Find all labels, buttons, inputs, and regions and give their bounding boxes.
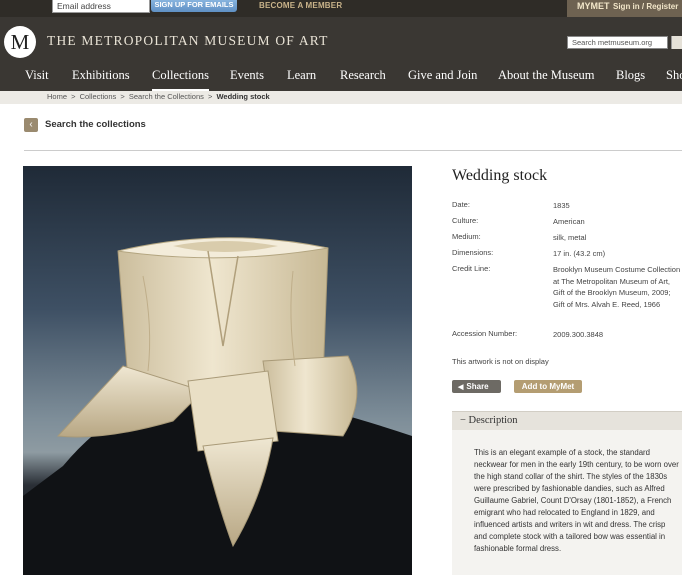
- mymet-link[interactable]: MYMET: [577, 1, 610, 11]
- back-arrow-icon[interactable]: ‹: [24, 118, 38, 132]
- description-text: This is an elegant example of a stock, t…: [474, 448, 679, 553]
- object-title: Wedding stock: [452, 167, 548, 184]
- field-accession-value: 2009.300.3848: [553, 330, 604, 339]
- field-accession-label: Accession Number:: [452, 329, 518, 338]
- breadcrumb-home[interactable]: Home: [47, 92, 67, 101]
- nav-collections[interactable]: Collections: [152, 68, 209, 91]
- met-logo[interactable]: M: [4, 26, 36, 58]
- nav-events[interactable]: Events: [230, 68, 264, 83]
- share-label: Share: [466, 382, 489, 391]
- breadcrumb-collections[interactable]: Collections: [80, 92, 117, 101]
- email-signup-input[interactable]: [52, 0, 150, 13]
- artwork-image[interactable]: [23, 166, 412, 575]
- signin-register-link[interactable]: Sign in / Register: [613, 2, 678, 11]
- add-to-mymet-button[interactable]: Add to MyMet: [514, 380, 582, 393]
- field-dimensions-label: Dimensions:: [452, 248, 494, 257]
- description-toggle[interactable]: − Description: [452, 411, 682, 430]
- search-submit-button[interactable]: [671, 36, 682, 49]
- description-panel: This is an elegant example of a stock, t…: [452, 430, 682, 575]
- field-medium-label: Medium:: [452, 232, 481, 241]
- utility-bar: SIGN UP FOR EMAILS BECOME A MEMBER MYMET…: [0, 0, 682, 17]
- breadcrumb-search-collections[interactable]: Search the Collections: [129, 92, 204, 101]
- nav-exhibitions[interactable]: Exhibitions: [72, 68, 130, 83]
- nav-about-the-museum[interactable]: About the Museum: [498, 68, 595, 83]
- nav-visit[interactable]: Visit: [25, 68, 49, 83]
- wedding-stock-illustration: [23, 237, 412, 575]
- breadcrumb-current: Wedding stock: [216, 92, 270, 101]
- site-title[interactable]: THE METROPOLITAN MUSEUM OF ART: [47, 33, 329, 49]
- site-search-input[interactable]: [567, 36, 668, 49]
- field-credit-label: Credit Line:: [452, 264, 491, 273]
- breadcrumb: Home > Collections > Search the Collecti…: [47, 92, 270, 101]
- field-date-value: 1835: [553, 201, 570, 210]
- become-member-link[interactable]: BECOME A MEMBER: [259, 1, 342, 10]
- field-culture-label: Culture:: [452, 216, 479, 225]
- nav-shop[interactable]: Sho: [666, 68, 682, 83]
- share-button[interactable]: ◀ Share: [452, 380, 501, 393]
- share-icon: ◀: [458, 384, 464, 391]
- content-divider: [24, 150, 682, 151]
- mymet-panel: MYMET Sign in / Register: [567, 0, 682, 17]
- signup-emails-button[interactable]: SIGN UP FOR EMAILS: [151, 0, 237, 12]
- field-culture-value: American: [553, 217, 585, 226]
- nav-research[interactable]: Research: [340, 68, 386, 83]
- main-nav: Visit Exhibitions Collections Events Lea…: [0, 67, 682, 91]
- field-credit-value: Brooklyn Museum Costume Collection at Th…: [553, 265, 681, 309]
- nav-learn[interactable]: Learn: [287, 68, 316, 83]
- display-status: This artwork is not on display: [452, 357, 549, 366]
- description-heading: − Description: [460, 415, 518, 426]
- field-dimensions-value: 17 in. (43.2 cm): [553, 249, 606, 258]
- site-header: M THE METROPOLITAN MUSEUM OF ART Visit E…: [0, 17, 682, 91]
- field-date-label: Date:: [452, 200, 470, 209]
- nav-blogs[interactable]: Blogs: [616, 68, 645, 83]
- breadcrumb-bar: Home > Collections > Search the Collecti…: [0, 91, 682, 104]
- search-collections-link[interactable]: Search the collections: [45, 119, 146, 130]
- field-medium-value: silk, metal: [553, 233, 587, 242]
- nav-give-and-join[interactable]: Give and Join: [408, 68, 477, 83]
